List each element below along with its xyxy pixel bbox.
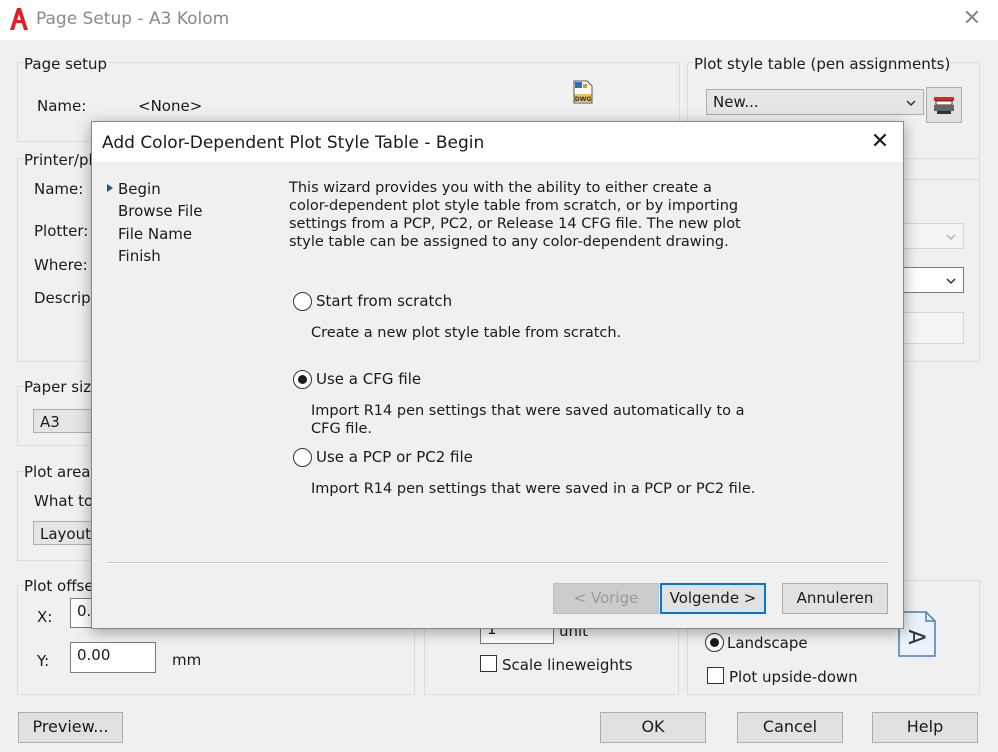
page-setup-name-value: <None> <box>138 97 203 115</box>
printer-name-label: Name: <box>34 180 84 198</box>
current-step-arrow-icon <box>106 179 114 197</box>
cancel-button[interactable]: Cancel <box>737 712 843 743</box>
window-title: Page Setup - A3 Kolom <box>36 9 230 29</box>
ok-button[interactable]: OK <box>600 712 706 743</box>
step-finish: Finish <box>118 247 161 265</box>
dialog-separator <box>107 562 888 564</box>
use-cfg-file-radio[interactable] <box>293 370 312 389</box>
dialog-title: Add Color-Dependent Plot Style Table - B… <box>102 133 485 153</box>
plot-area-label: Plot area <box>24 463 91 481</box>
landscape-label: Landscape <box>727 634 808 652</box>
use-pcp-pc2-file-label[interactable]: Use a PCP or PC2 file <box>316 448 473 466</box>
use-cfg-file-label[interactable]: Use a CFG file <box>316 370 421 388</box>
back-button[interactable]: < Vorige <box>553 583 659 614</box>
preview-button[interactable]: Preview... <box>18 712 123 743</box>
step-browse-file: Browse File <box>118 202 203 220</box>
next-button[interactable]: Volgende > <box>660 583 766 614</box>
start-from-scratch-label[interactable]: Start from scratch <box>316 292 452 310</box>
plot-style-table-label: Plot style table (pen assignments) <box>694 55 951 73</box>
svg-text:A: A <box>903 629 928 644</box>
dwg-file-icon: DWG <box>573 80 593 104</box>
start-from-scratch-description: Create a new plot style table from scrat… <box>311 325 622 341</box>
landscape-radio[interactable] <box>705 633 724 652</box>
what-to-plot-value: Layout <box>40 525 91 543</box>
printer-properties-combo[interactable] <box>896 223 964 249</box>
svg-text:DWG: DWG <box>575 96 592 103</box>
autocad-logo-icon <box>8 6 30 32</box>
start-from-scratch-radio[interactable] <box>293 292 312 311</box>
page-setup-label: Page setup <box>24 55 110 73</box>
add-plot-style-table-dialog: Add Color-Dependent Plot Style Table - B… <box>91 121 904 629</box>
step-begin: Begin <box>118 180 161 198</box>
what-to-plot-label: What to <box>34 492 94 510</box>
plot-style-editor-icon <box>934 97 954 114</box>
plot-upside-down-label: Plot upside-down <box>729 668 858 686</box>
scale-lineweights-checkbox[interactable] <box>480 655 497 672</box>
paper-size-value: A3 <box>40 413 60 431</box>
plot-style-table-combo[interactable]: New... <box>706 89 924 115</box>
printer-preview-box <box>896 312 964 344</box>
paper-size-combo[interactable]: A3 <box>33 409 93 433</box>
offset-y-input[interactable]: 0.00 <box>70 642 156 673</box>
dialog-cancel-button[interactable]: Annuleren <box>782 583 888 614</box>
use-pcp-pc2-file-description: Import R14 pen settings that were saved … <box>311 481 756 497</box>
printer-name-combo[interactable] <box>896 267 964 293</box>
dialog-close-icon[interactable]: ✕ <box>868 130 892 154</box>
offset-y-value: 0.00 <box>77 646 111 664</box>
paper-size-label: Paper size <box>24 378 101 396</box>
step-file-name: File Name <box>118 225 193 243</box>
offset-x-label: X: <box>37 608 53 626</box>
use-pcp-pc2-file-radio[interactable] <box>293 448 312 467</box>
use-cfg-file-description: Import R14 pen settings that were saved … <box>311 403 745 437</box>
chevron-down-icon <box>906 100 916 107</box>
wizard-intro-text: This wizard provides you with the abilit… <box>289 180 741 250</box>
page-setup-name-label: Name: <box>37 97 87 115</box>
plot-offset-label: Plot offset <box>24 577 100 595</box>
window-close-icon[interactable]: ✕ <box>960 7 984 31</box>
chevron-down-icon <box>946 278 956 285</box>
plotter-label: Plotter: <box>34 222 89 240</box>
help-button[interactable]: Help <box>872 712 978 743</box>
offset-unit-label: mm <box>172 651 202 669</box>
plot-upside-down-checkbox[interactable] <box>707 667 724 684</box>
offset-y-label: Y: <box>37 652 50 670</box>
where-label: Where: <box>34 256 88 274</box>
what-to-plot-combo[interactable]: Layout <box>33 521 93 545</box>
plot-style-table-value: New... <box>713 93 759 111</box>
edit-plot-style-button[interactable] <box>926 87 962 123</box>
scale-lineweights-label: Scale lineweights <box>502 656 633 674</box>
